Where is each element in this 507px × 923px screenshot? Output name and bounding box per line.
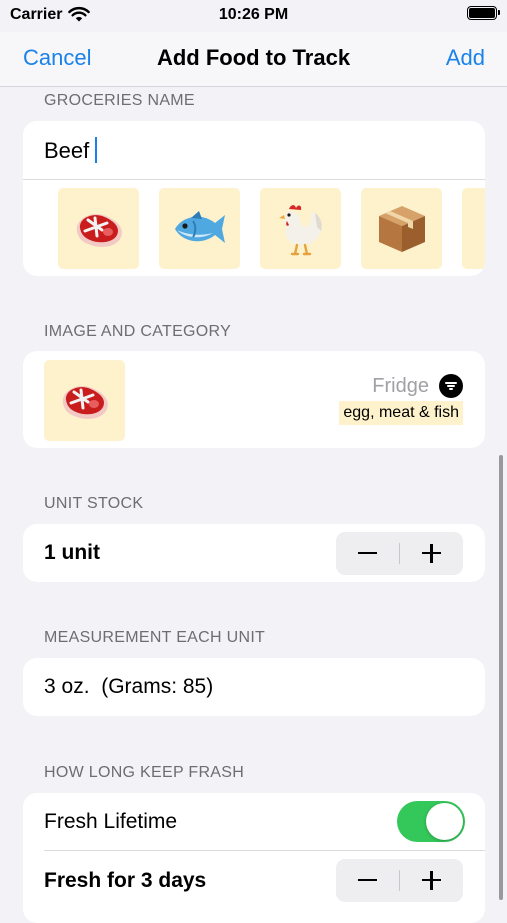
steak-tile[interactable]	[58, 188, 139, 269]
fish-tile[interactable]	[159, 188, 240, 269]
decrement-button[interactable]	[336, 859, 399, 902]
decrement-button[interactable]	[336, 532, 399, 575]
minus-icon	[358, 879, 377, 882]
fish-icon	[174, 210, 225, 243]
fresh-lifetime-label: Fresh Lifetime	[44, 810, 178, 833]
steak-icon	[76, 213, 122, 247]
groceries-name-value: Beef	[44, 138, 90, 163]
freshness-header: HOW LONG KEEP FRASH	[44, 764, 245, 781]
more-icons-tile[interactable]	[462, 188, 485, 269]
measurement-header: MEASUREMENT EACH UNIT	[44, 629, 266, 646]
category-badge: egg, meat & fish	[339, 401, 463, 425]
minus-icon	[358, 552, 377, 555]
row-divider	[44, 850, 485, 851]
package-icon	[378, 205, 425, 252]
rooster-tile[interactable]	[260, 188, 341, 269]
increment-button[interactable]	[400, 859, 463, 902]
toggle-knob	[426, 803, 463, 840]
steak-icon	[62, 385, 108, 419]
navigation-bar: Cancel Add Food to Track Add	[0, 32, 507, 87]
storage-selector[interactable]: Fridge	[372, 374, 463, 398]
groceries-name-card: Beef	[23, 121, 485, 276]
unit-stock-stepper[interactable]	[336, 532, 463, 575]
increment-button[interactable]	[400, 532, 463, 575]
page-title: Add Food to Track	[156, 45, 351, 70]
fresh-days-stepper[interactable]	[336, 859, 463, 902]
battery-icon	[467, 6, 500, 20]
measurement-value: 3 oz. (Grams: 85)	[44, 675, 214, 698]
image-category-header: IMAGE AND CATEGORY	[44, 323, 232, 340]
scroll-indicator[interactable]	[499, 455, 503, 900]
unit-stock-header: UNIT STOCK	[44, 495, 144, 512]
image-category-card: Fridge egg, meat & fish	[23, 351, 485, 448]
fresh-days-value: Fresh for 3 days	[44, 869, 207, 892]
filter-icon[interactable]	[439, 374, 463, 398]
food-icon-picker[interactable]	[23, 188, 485, 270]
add-button[interactable]: Add	[446, 45, 485, 71]
groceries-name-header: GROCERIES NAME	[44, 92, 195, 109]
rooster-icon	[278, 204, 322, 255]
storage-label: Fridge	[372, 374, 429, 397]
measurement-card[interactable]: 3 oz. (Grams: 85)	[23, 658, 485, 716]
freshness-card: Fresh Lifetime Fresh for 3 days	[23, 793, 485, 923]
text-caret	[95, 137, 98, 163]
unit-stock-value: 1 unit	[44, 541, 100, 564]
status-time: 10:26 PM	[218, 6, 289, 23]
fresh-lifetime-toggle[interactable]	[397, 801, 465, 842]
groceries-name-field[interactable]: Beef	[23, 121, 485, 180]
status-bar: Carrier 10:26 PM	[0, 0, 507, 32]
groceries-name-input[interactable]: Beef	[44, 137, 98, 164]
package-tile[interactable]	[361, 188, 442, 269]
selected-image-tile[interactable]	[44, 360, 125, 441]
unit-stock-card: 1 unit	[23, 524, 485, 582]
